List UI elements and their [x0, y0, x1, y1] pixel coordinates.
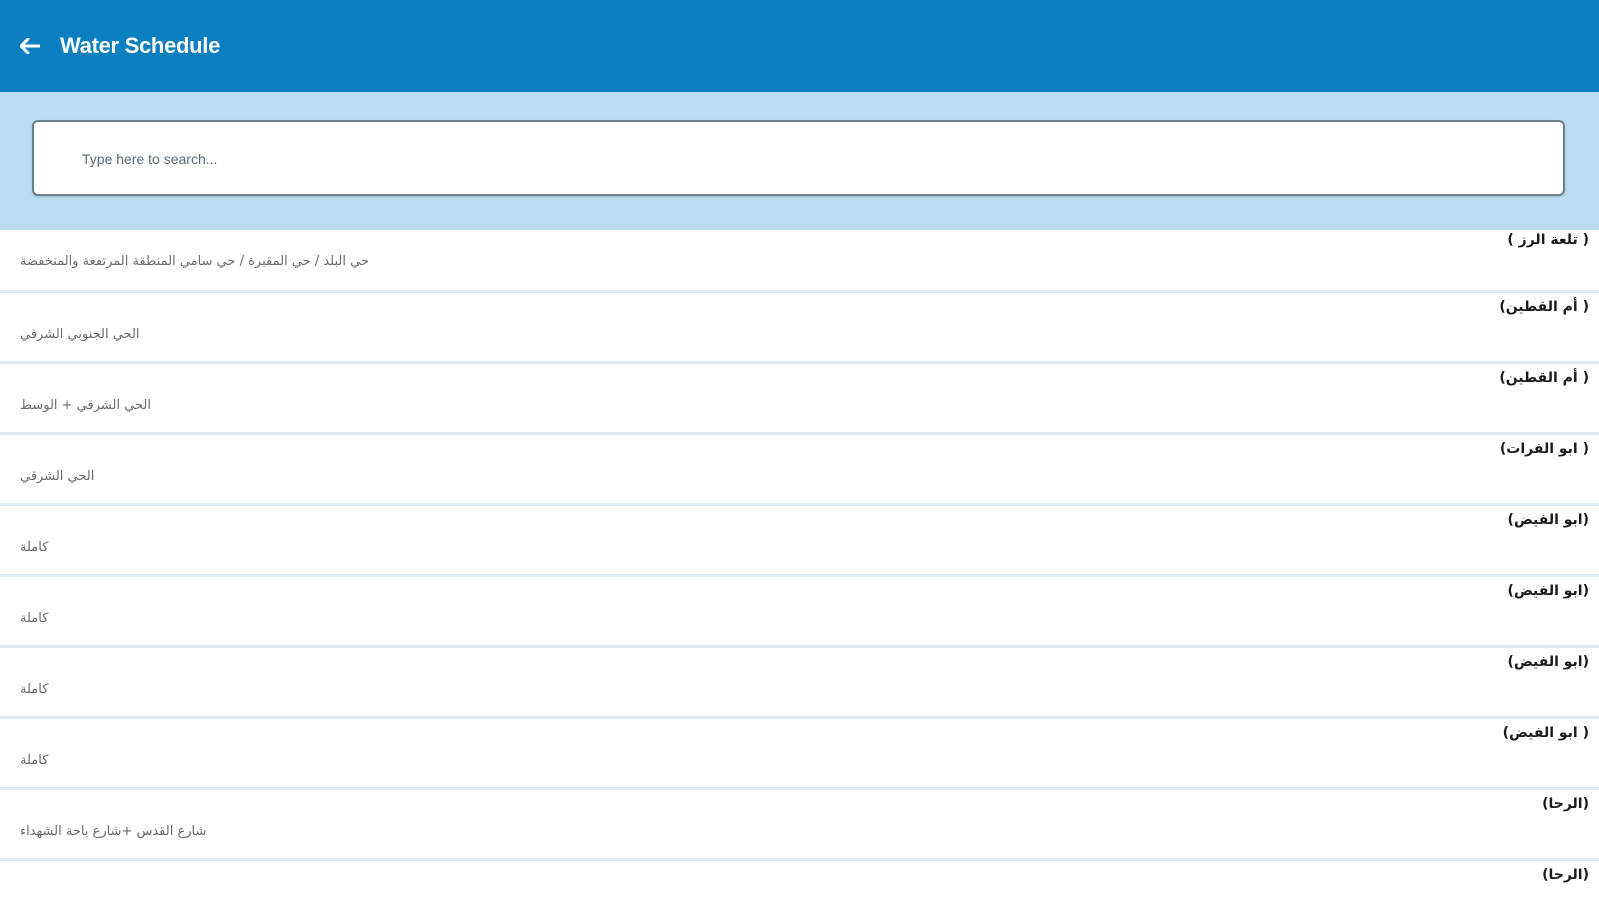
search-box[interactable] [32, 120, 1565, 196]
list-item-title: (الرحا) [1542, 796, 1589, 812]
list-item-subtitle: كاملة [20, 682, 49, 697]
list-item[interactable]: ( ابو الفرات) الحي الشرقي [0, 435, 1599, 506]
page-title: Water Schedule [60, 33, 221, 58]
search-input[interactable] [80, 122, 1504, 196]
list-item-title: (ابو الفيض) [1507, 654, 1589, 670]
list-item-subtitle: كاملة [20, 611, 49, 626]
list-item-subtitle: كاملة [20, 540, 49, 555]
list-item-title: ( ابو الفيض) [1502, 725, 1589, 741]
list-item[interactable]: ( أم القطين) الحي الشرقي + الوسط [0, 364, 1599, 435]
list-item-title: (الرحا) [1542, 867, 1589, 883]
arrow-left-icon [20, 38, 40, 54]
list-item-subtitle: الحي الجنوبي الشرقي [20, 327, 140, 342]
list-item[interactable]: (ابو الفيض) كاملة [0, 506, 1599, 577]
list-item[interactable]: (ابو الفيض) كاملة [0, 577, 1599, 648]
list-item-title: ( أم القطين) [1499, 299, 1589, 315]
list-item-subtitle: شارع القدس +شارع باحة الشهداء [20, 824, 207, 839]
list-item-title: (ابو الفيض) [1507, 512, 1589, 528]
list-item[interactable]: (الرحا) [0, 861, 1599, 900]
list-item-title: ( تلعة الرز ) [1507, 232, 1589, 248]
water-schedule-screen: Water Schedule ( تلعة الرز ) حي البلد / … [0, 0, 1599, 900]
list-item-title: ( ابو الفرات) [1499, 441, 1589, 457]
list-item[interactable]: (ابو الفيض) كاملة [0, 648, 1599, 719]
schedule-list: ( تلعة الرز ) حي البلد / حي المقبرة / حي… [0, 230, 1599, 900]
list-item[interactable]: ( تلعة الرز ) حي البلد / حي المقبرة / حي… [0, 230, 1599, 293]
list-item-subtitle: الحي الشرقي + الوسط [20, 398, 152, 413]
list-item[interactable]: (الرحا) شارع القدس +شارع باحة الشهداء [0, 790, 1599, 861]
app-bar: Water Schedule [0, 0, 1599, 92]
list-item[interactable]: ( أم القطين) الحي الجنوبي الشرقي [0, 293, 1599, 364]
search-band [0, 92, 1599, 230]
list-item[interactable]: ( ابو الفيض) كاملة [0, 719, 1599, 790]
list-item-subtitle: كاملة [20, 753, 49, 768]
back-button[interactable] [12, 28, 48, 64]
list-item-subtitle: حي البلد / حي المقبرة / حي سامي المنطقة … [20, 254, 369, 269]
list-item-title: ( أم القطين) [1499, 370, 1589, 386]
list-item-subtitle: الحي الشرقي [20, 469, 95, 484]
list-item-title: (ابو الفيض) [1507, 583, 1589, 599]
